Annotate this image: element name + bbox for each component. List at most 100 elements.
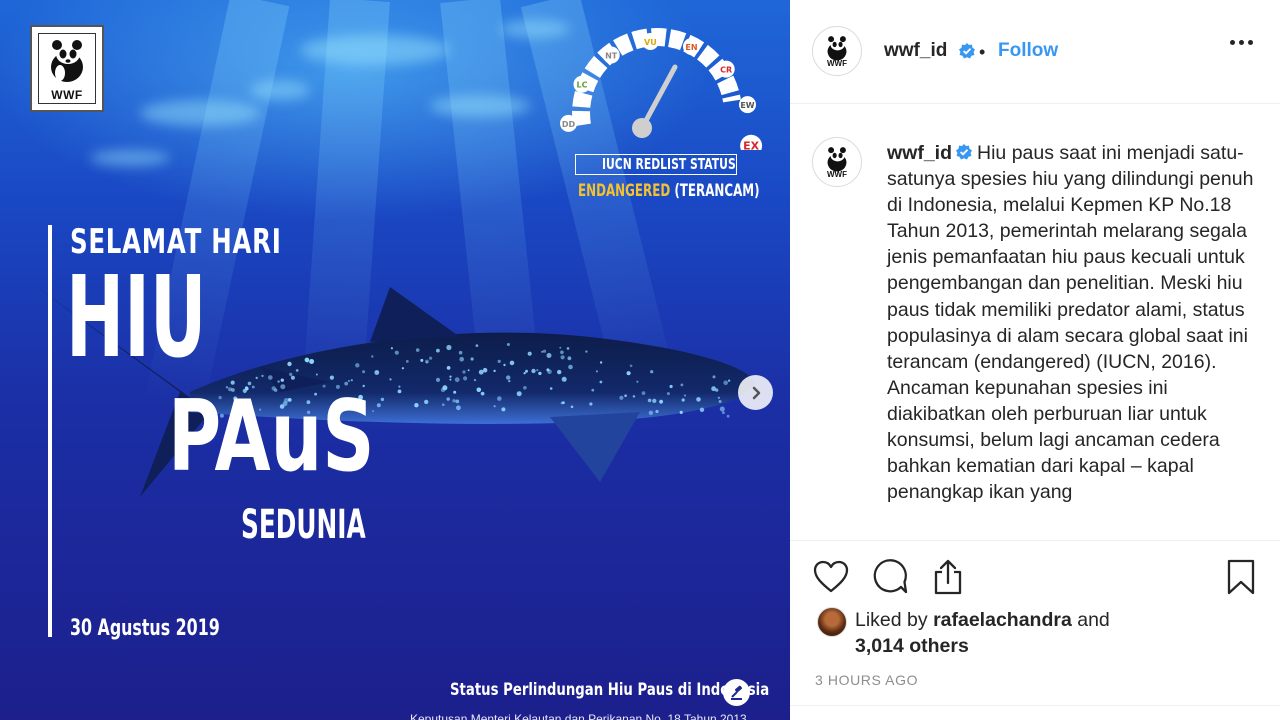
shark-spot bbox=[482, 367, 488, 373]
shark-spot bbox=[295, 369, 299, 372]
shark-spot bbox=[599, 361, 603, 364]
follow-button[interactable]: Follow bbox=[998, 40, 1058, 62]
shark-spot bbox=[389, 378, 392, 381]
carousel-next-button[interactable] bbox=[738, 375, 773, 410]
shark-spot bbox=[453, 390, 457, 394]
shark-spot bbox=[394, 350, 399, 355]
shark-spot bbox=[542, 349, 547, 353]
shark-spot bbox=[549, 387, 553, 390]
shark-spot bbox=[683, 394, 687, 397]
shark-spot bbox=[480, 391, 485, 396]
shark-spot bbox=[476, 387, 482, 393]
shark-spot bbox=[727, 379, 731, 382]
shark-spot bbox=[541, 350, 544, 353]
chevron-right-icon bbox=[752, 386, 760, 399]
shark-spot bbox=[570, 405, 574, 409]
shark-spot bbox=[497, 359, 501, 363]
shark-spot bbox=[560, 401, 564, 405]
shark-spot bbox=[435, 377, 441, 382]
shark-spot bbox=[493, 405, 496, 408]
post-timestamp[interactable]: 3 HOURS AGO bbox=[815, 672, 918, 688]
panda-icon bbox=[51, 40, 83, 82]
shark-spot bbox=[567, 356, 572, 361]
comment-icon[interactable] bbox=[871, 559, 909, 595]
header-avatar[interactable]: WWF bbox=[812, 26, 862, 76]
iucn-category-label: CR bbox=[720, 66, 732, 75]
shark-spot bbox=[536, 369, 539, 372]
shark-spot bbox=[458, 350, 463, 355]
shark-spot bbox=[397, 389, 402, 394]
iucn-category-label: LC bbox=[577, 81, 588, 90]
caption-username[interactable]: wwf_id bbox=[887, 142, 952, 164]
shark-spot bbox=[679, 410, 683, 414]
water-caustic bbox=[140, 100, 260, 126]
shark-spot bbox=[699, 407, 705, 412]
panda-icon bbox=[827, 35, 847, 60]
shark-spot bbox=[414, 403, 419, 408]
shark-spot bbox=[595, 370, 598, 373]
shark-spot bbox=[398, 385, 401, 388]
iucn-category-label: NT bbox=[605, 52, 618, 61]
shark-spot bbox=[589, 402, 593, 406]
shark-spot bbox=[655, 409, 659, 414]
shark-spot bbox=[506, 343, 510, 346]
heart-icon[interactable] bbox=[813, 560, 849, 594]
shark-spot bbox=[506, 375, 511, 380]
shark-spot bbox=[647, 398, 652, 403]
shark-spot bbox=[557, 369, 562, 375]
shark-spot bbox=[462, 370, 466, 374]
iucn-category-label: DD bbox=[562, 120, 576, 129]
iucn-category-label: VU bbox=[644, 38, 657, 47]
shark-spot bbox=[681, 398, 685, 402]
shark-spot bbox=[726, 414, 730, 418]
shark-spot bbox=[446, 397, 450, 401]
shark-spot bbox=[680, 383, 684, 387]
more-options-icon[interactable] bbox=[1230, 40, 1253, 45]
shark-spot bbox=[547, 369, 552, 374]
title-line4: SEDUNIA bbox=[241, 502, 366, 548]
header-username[interactable]: wwf_id bbox=[884, 40, 947, 62]
shark-spot bbox=[560, 355, 565, 360]
shark-spot bbox=[429, 356, 433, 360]
shark-spot bbox=[449, 375, 452, 378]
shark-spot bbox=[591, 388, 595, 392]
liked-by-user[interactable]: rafaelachandra bbox=[933, 609, 1072, 631]
shark-spot bbox=[374, 370, 380, 375]
shark-spot bbox=[559, 346, 562, 349]
shark-spot bbox=[624, 394, 627, 397]
iucn-category-label: EX bbox=[743, 139, 760, 150]
shark-spot bbox=[440, 387, 446, 393]
shark-spot bbox=[380, 397, 385, 402]
likes-count[interactable]: 3,014 others bbox=[855, 635, 969, 657]
water-caustic bbox=[300, 35, 450, 65]
shark-spot bbox=[463, 376, 468, 381]
shark-spot bbox=[560, 350, 564, 355]
shark-spot bbox=[405, 360, 409, 363]
shark-spot bbox=[538, 371, 542, 376]
share-icon[interactable] bbox=[930, 558, 966, 596]
shark-spot bbox=[717, 396, 721, 399]
shark-spot bbox=[546, 353, 552, 358]
shark-spot bbox=[497, 396, 502, 401]
post-image[interactable]: WWF EXEWCRENVUNTLCDDNE IUCN REDLIST STAT… bbox=[0, 0, 790, 720]
shark-spot bbox=[415, 348, 420, 352]
shark-spot bbox=[636, 380, 639, 383]
shark-spot bbox=[503, 363, 506, 367]
shark-spot bbox=[629, 364, 633, 368]
shark-spot bbox=[390, 347, 393, 350]
shark-spot bbox=[723, 380, 728, 386]
post-caption: wwf_id Hiu paus saat ini menjadi satu-sa… bbox=[887, 140, 1262, 505]
shark-spot bbox=[650, 370, 654, 374]
shark-spot bbox=[475, 344, 479, 347]
shark-spot bbox=[261, 374, 264, 378]
shark-spot bbox=[527, 351, 532, 356]
poster-footer-caption: Status Perlindungan Hiu Paus di Indonesi… bbox=[450, 680, 770, 700]
liked-by-avatar[interactable] bbox=[817, 607, 847, 637]
vertical-rule bbox=[48, 225, 52, 637]
shark-spot bbox=[568, 364, 573, 370]
shark-spot bbox=[401, 367, 404, 370]
shark-spot bbox=[315, 373, 318, 376]
bookmark-icon[interactable] bbox=[1226, 558, 1256, 596]
shark-spot bbox=[424, 399, 429, 405]
caption-avatar[interactable]: WWF bbox=[812, 137, 862, 187]
